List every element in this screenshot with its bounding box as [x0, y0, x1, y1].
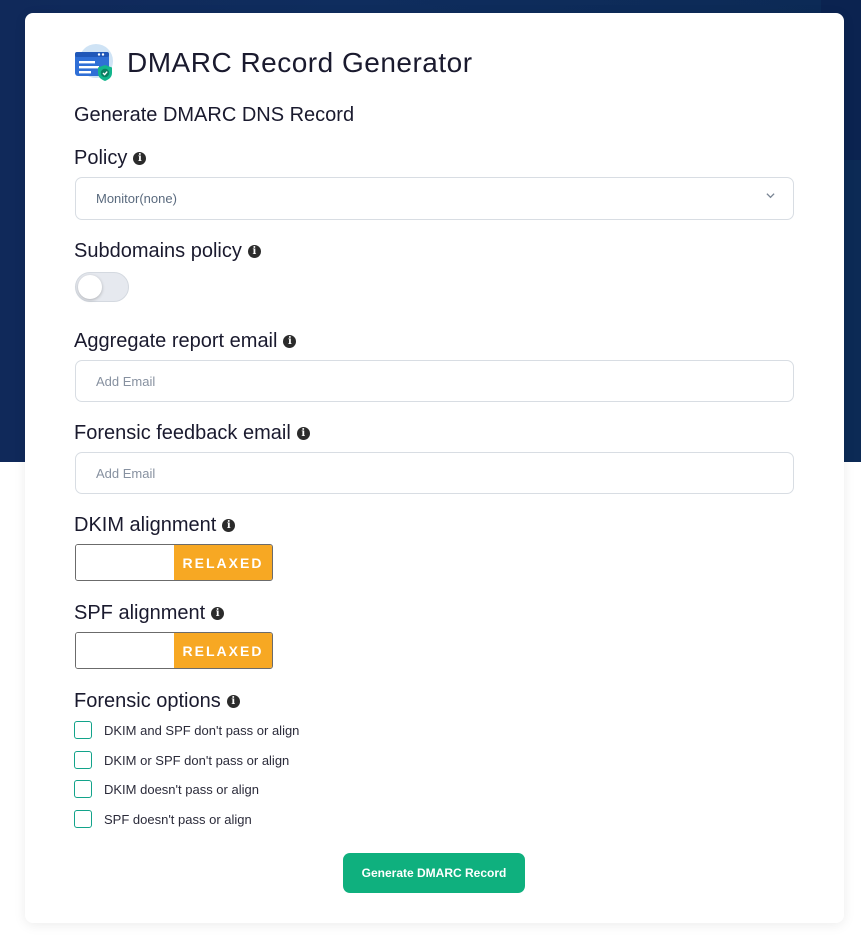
- dmarc-logo-icon: [74, 43, 116, 83]
- spf-label-text: SPF alignment: [74, 602, 206, 624]
- dkim-relaxed-option[interactable]: RELAXED: [174, 545, 272, 580]
- forensic-option-checkbox[interactable]: [74, 751, 92, 769]
- policy-label-text: Policy: [74, 147, 128, 169]
- forensic-option-row[interactable]: DKIM doesn't pass or align: [74, 780, 259, 798]
- dkim-label: DKIM alignment i: [74, 514, 236, 537]
- forensic-option-checkbox[interactable]: [74, 721, 92, 739]
- info-icon[interactable]: i: [247, 245, 261, 258]
- page-subtitle: Generate DMARC DNS Record: [74, 104, 355, 126]
- aggregate-label: Aggregate report email i: [74, 330, 297, 353]
- subdomains-label-text: Subdomains policy: [74, 240, 242, 262]
- dkim-strict-option[interactable]: [76, 545, 174, 580]
- policy-label: Policy i: [74, 147, 147, 170]
- info-icon[interactable]: i: [283, 335, 297, 348]
- policy-select[interactable]: Monitor(none): [75, 177, 794, 220]
- info-icon[interactable]: i: [133, 152, 147, 165]
- forensic-option-label: DKIM or SPF don't pass or align: [104, 752, 290, 768]
- info-icon[interactable]: i: [211, 607, 225, 620]
- forensic-email-placeholder: Add Email: [96, 465, 156, 481]
- info-icon[interactable]: i: [226, 695, 240, 708]
- forensic-option-checkbox[interactable]: [74, 780, 92, 798]
- forensic-option-row[interactable]: DKIM or SPF don't pass or align: [74, 751, 289, 769]
- spf-alignment-switch[interactable]: RELAXED: [75, 632, 273, 669]
- generator-card: DMARC Record Generator Generate DMARC DN…: [25, 13, 844, 923]
- aggregate-email-placeholder: Add Email: [96, 373, 156, 389]
- forensic-options-label: Forensic options i: [74, 690, 240, 713]
- aggregate-email-input[interactable]: Add Email: [75, 360, 794, 402]
- forensic-option-row[interactable]: DKIM and SPF don't pass or align: [74, 721, 299, 739]
- spf-relaxed-option[interactable]: RELAXED: [174, 633, 272, 668]
- spf-label: SPF alignment i: [74, 602, 225, 625]
- header: DMARC Record Generator: [74, 43, 473, 83]
- dkim-label-text: DKIM alignment: [74, 514, 217, 536]
- page-title: DMARC Record Generator: [127, 47, 473, 78]
- subdomains-toggle[interactable]: [75, 272, 129, 302]
- forensic-option-label: SPF doesn't pass or align: [104, 811, 252, 827]
- info-icon[interactable]: i: [222, 519, 236, 532]
- forensic-email-label-text: Forensic feedback email: [74, 422, 291, 444]
- info-icon[interactable]: i: [296, 427, 310, 440]
- toggle-knob: [78, 275, 102, 299]
- forensic-option-label: DKIM and SPF don't pass or align: [104, 722, 300, 738]
- forensic-options-label-text: Forensic options: [74, 690, 221, 712]
- dkim-alignment-switch[interactable]: RELAXED: [75, 544, 273, 581]
- chevron-down-icon: [766, 193, 775, 199]
- policy-selected-value: Monitor(none): [96, 191, 177, 206]
- spf-strict-option[interactable]: [76, 633, 174, 668]
- forensic-option-checkbox[interactable]: [74, 810, 92, 828]
- forensic-option-label: DKIM doesn't pass or align: [104, 781, 259, 797]
- generate-dmarc-button[interactable]: Generate DMARC Record: [343, 853, 525, 893]
- forensic-email-input[interactable]: Add Email: [75, 452, 794, 494]
- subdomains-label: Subdomains policy i: [74, 240, 261, 263]
- forensic-email-label: Forensic feedback email i: [74, 422, 310, 445]
- aggregate-label-text: Aggregate report email: [74, 330, 278, 352]
- forensic-option-row[interactable]: SPF doesn't pass or align: [74, 810, 252, 828]
